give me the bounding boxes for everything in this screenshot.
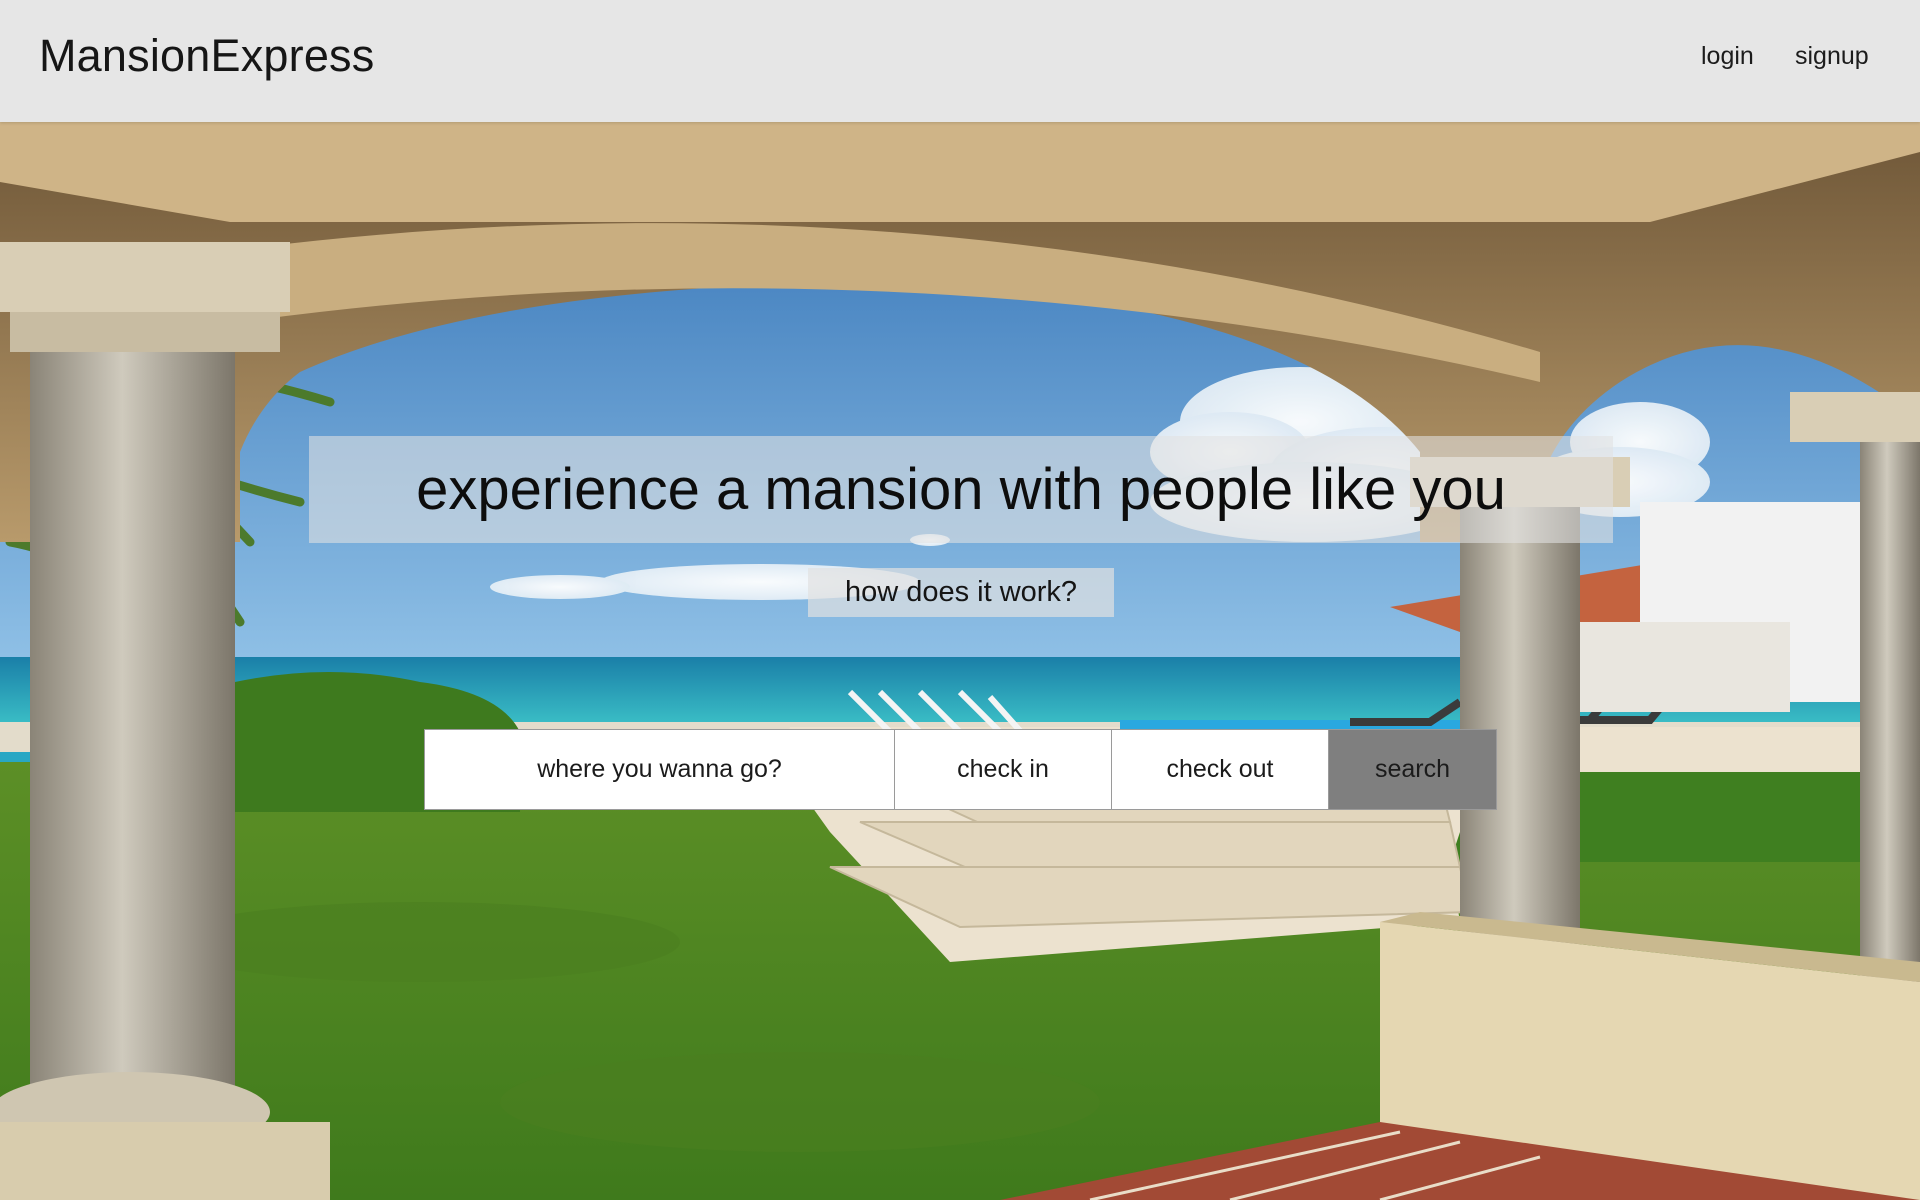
- page: MansionExpress login signup experience a…: [0, 0, 1920, 1200]
- brand-logo[interactable]: MansionExpress: [39, 30, 374, 82]
- check-in-input[interactable]: check in: [895, 729, 1112, 810]
- hero-background-image: [0, 122, 1920, 1200]
- signup-link[interactable]: signup: [1795, 42, 1869, 71]
- how-does-it-work-button[interactable]: how does it work?: [808, 568, 1114, 617]
- hero-section: experience a mansion with people like yo…: [0, 122, 1920, 1200]
- login-link[interactable]: login: [1701, 42, 1754, 71]
- top-navigation-bar: MansionExpress login signup: [0, 0, 1920, 122]
- search-bar: where you wanna go? check in check out s…: [424, 729, 1497, 810]
- hero-headline: experience a mansion with people like yo…: [416, 457, 1506, 522]
- destination-input[interactable]: where you wanna go?: [424, 729, 895, 810]
- check-out-input[interactable]: check out: [1112, 729, 1329, 810]
- search-button[interactable]: search: [1329, 729, 1497, 810]
- headline-banner: experience a mansion with people like yo…: [309, 436, 1613, 543]
